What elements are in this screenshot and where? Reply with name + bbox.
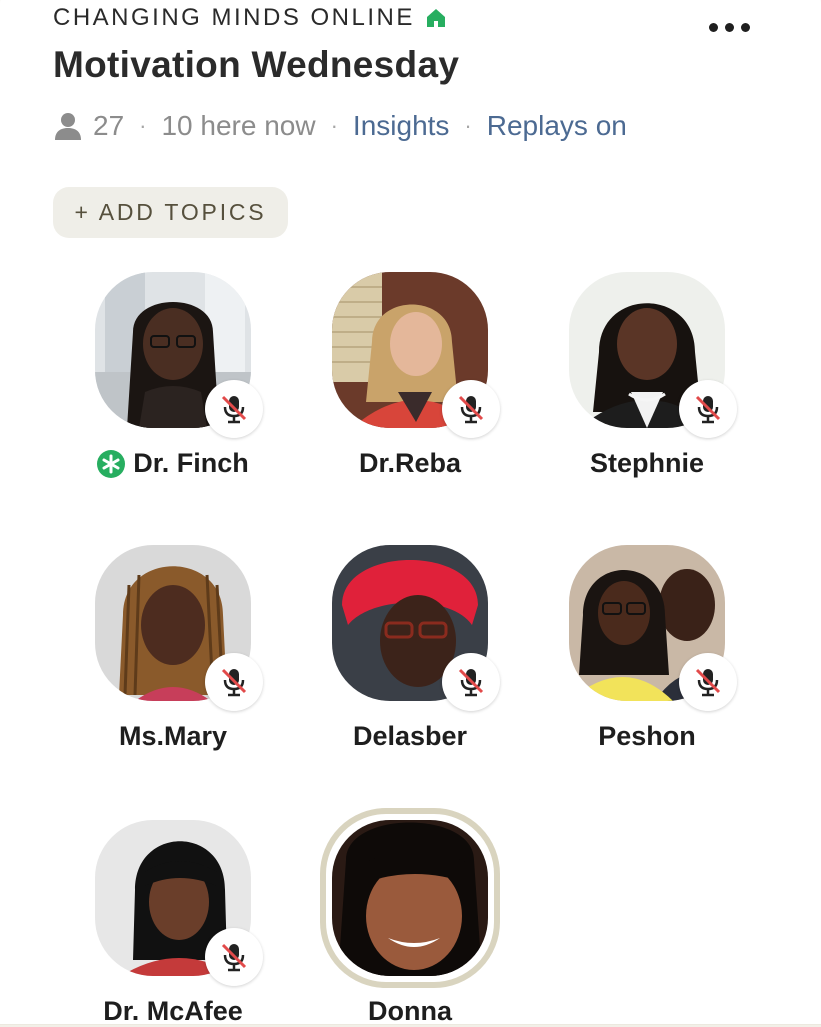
speaker-name: Delasber	[310, 721, 510, 752]
muted-mic-icon	[679, 653, 737, 711]
speaker-tile[interactable]: Peshon	[547, 545, 747, 752]
add-topics-button[interactable]: + ADD TOPICS	[53, 187, 288, 238]
muted-mic-icon	[205, 928, 263, 986]
speaker-name: Stephnie	[547, 448, 747, 479]
listener-count: 27	[93, 110, 125, 141]
club-header[interactable]: CHANGING MINDS ONLINE	[53, 4, 447, 32]
speaker-name-text: Ms.Mary	[118, 721, 228, 751]
speaker-tile[interactable]: Ms.Mary	[73, 545, 273, 752]
muted-mic-icon	[442, 380, 500, 438]
speaker-name-text: Stephnie	[589, 448, 704, 478]
muted-mic-icon	[205, 653, 263, 711]
speaker-name: Dr. McAfee	[73, 996, 273, 1027]
speaker-name-text: Dr. Finch	[133, 448, 249, 478]
speaker-name: Donna	[310, 996, 510, 1027]
speaker-name-text: Donna	[368, 996, 452, 1026]
insights-link[interactable]: Insights	[353, 110, 450, 142]
speaker-name: Dr.Reba	[310, 448, 510, 479]
muted-mic-icon	[205, 380, 263, 438]
speaker-tile[interactable]: Delasber	[310, 545, 510, 752]
room-title: Motivation Wednesday	[53, 44, 460, 85]
moderator-icon	[97, 449, 126, 478]
speaker-tile[interactable]: Dr.Reba	[310, 272, 510, 479]
speaking-indicator	[320, 808, 500, 988]
speaker-name: Dr. Finch	[73, 448, 273, 479]
ellipsis-icon[interactable]	[709, 20, 753, 34]
separator-dot: ·	[139, 113, 147, 138]
separator-dot: ·	[464, 113, 472, 138]
club-name[interactable]: CHANGING MINDS ONLINE	[53, 4, 415, 32]
person-icon	[55, 112, 81, 140]
speaker-name-text: Peshon	[598, 721, 696, 751]
separator-dot: ·	[330, 113, 338, 138]
room-meta: 27 · 10 here now · Insights · Replays on	[55, 106, 627, 146]
house-icon	[425, 7, 447, 29]
speaker-name-text: Dr.Reba	[358, 448, 462, 478]
speaker-tile[interactable]: Stephnie	[547, 272, 747, 479]
speaker-name-text: Delasber	[352, 721, 468, 751]
muted-mic-icon	[442, 653, 500, 711]
speaker-tile[interactable]: Donna	[310, 808, 510, 1027]
speaker-tile[interactable]: Dr. McAfee	[73, 820, 273, 1027]
muted-mic-icon	[679, 380, 737, 438]
speaker-name: Ms.Mary	[73, 721, 273, 752]
replays-link[interactable]: Replays on	[487, 110, 627, 142]
speaker-name: Peshon	[547, 721, 747, 752]
speaker-tile[interactable]: Dr. Finch	[73, 272, 273, 479]
here-now-count: 10 here now	[161, 110, 316, 141]
speaker-name-text: Dr. McAfee	[103, 996, 243, 1026]
